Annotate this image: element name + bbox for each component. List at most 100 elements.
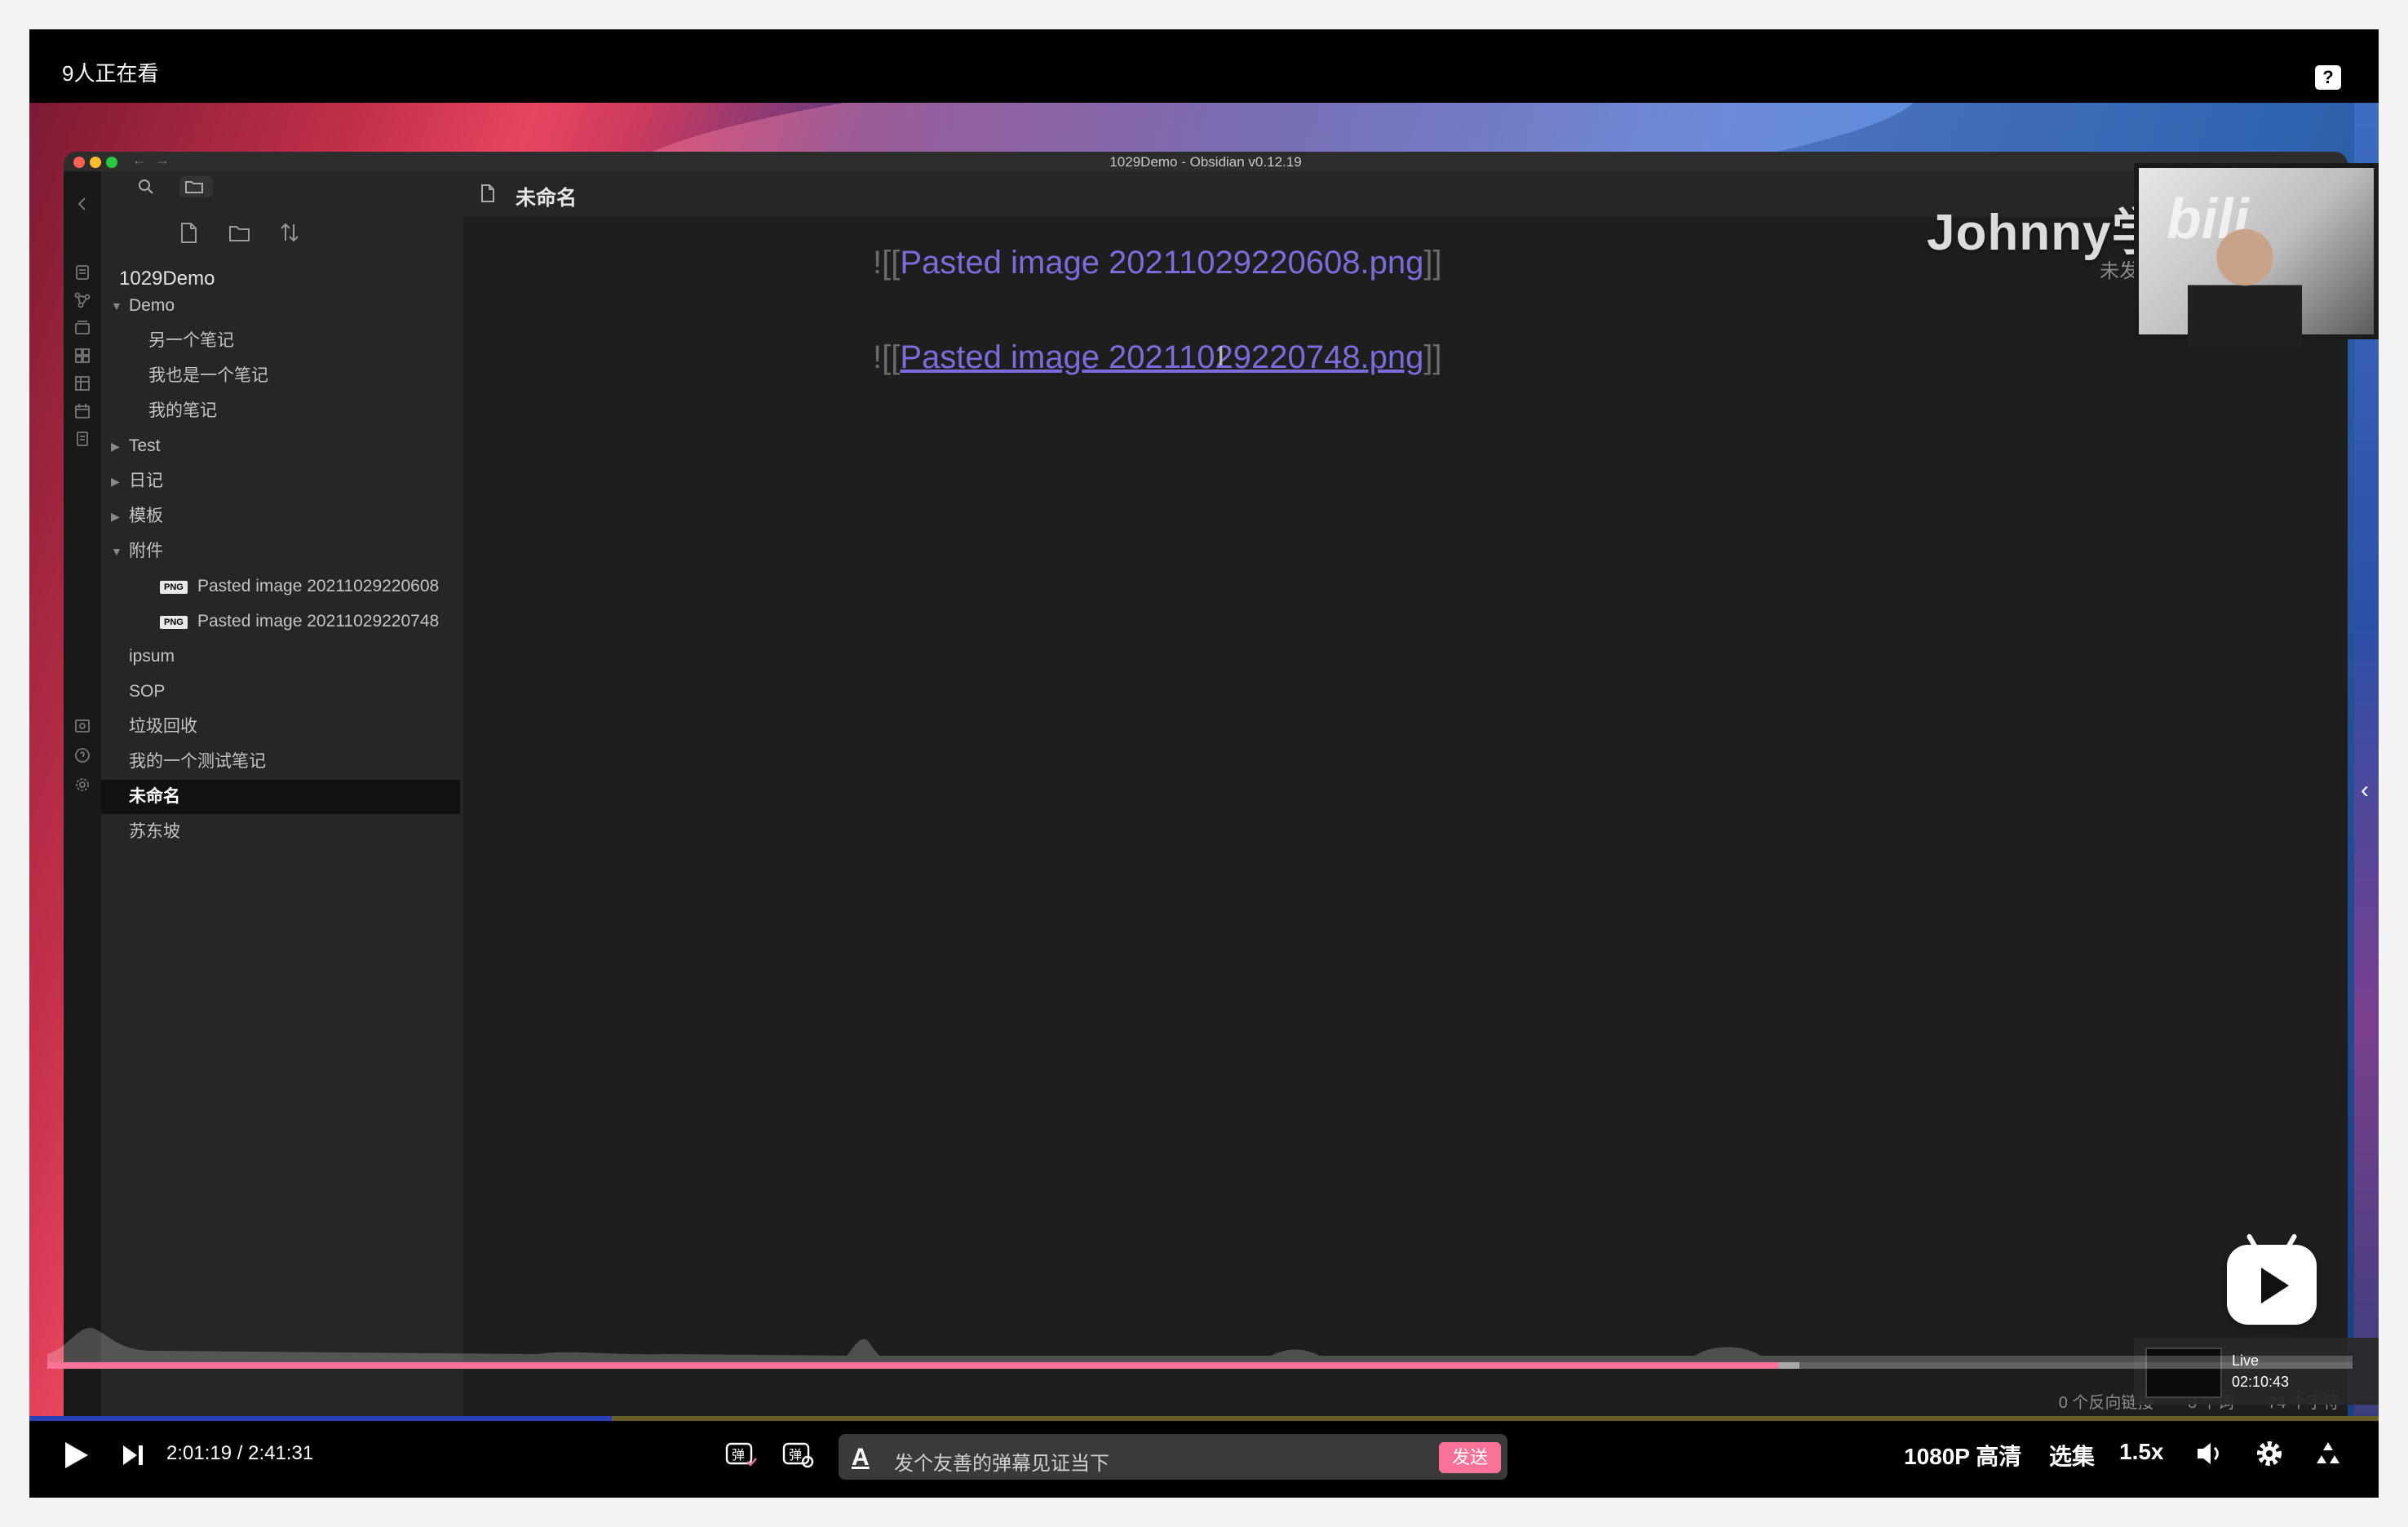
progress-track[interactable] [47,1362,2353,1369]
new-folder-icon[interactable] [227,220,251,245]
tree-note[interactable]: ipsum [101,640,460,674]
new-note-icon[interactable] [176,220,201,245]
next-icon[interactable] [121,1442,145,1468]
tree-folder-templates[interactable]: ▶ 模板 [101,499,460,533]
png-badge: PNG [160,581,188,594]
window-titlebar: ← → 1029Demo - Obsidian v0.12.19 [64,152,2348,171]
embed-line-2[interactable]: ![[Pasted image 20211029220748.png]] [873,339,1442,376]
danmaku-input[interactable]: A 发个友善的弹幕见证当下 发送 [839,1434,1507,1480]
webcam-overlay: bili [2134,163,2379,347]
obsidian-window: ← → 1029Demo - Obsidian v0.12.19 1029Dem… [64,152,2348,1416]
tree-label: 苏东坡 [129,822,180,841]
doc-icon [478,183,498,204]
tree-note[interactable]: 我也是一个笔记 [101,359,460,393]
kanban-icon[interactable] [73,374,92,393]
vault-name: 1029Demo [119,268,215,290]
send-danmaku-button[interactable]: 发送 [1439,1442,1501,1473]
help-icon[interactable]: ? [2315,65,2341,90]
caret-right-icon: ▶ [111,475,120,488]
caret-right-icon: ▶ [111,440,120,453]
play-icon[interactable] [62,1439,91,1472]
live-time: 02:10:43 [2232,1374,2290,1390]
graph-view-icon[interactable] [73,290,92,310]
episodes-button[interactable]: 选集 [2049,1439,2095,1472]
sort-icon[interactable] [277,220,302,245]
tree-note[interactable]: 我的一个测试笔记 [101,745,460,779]
explorer-toolbar [101,212,463,253]
tree-label: 我也是一个笔记 [148,366,268,385]
tree-folder-diary[interactable]: ▶ 日记 [101,464,460,498]
md-open-bracket: ![[ [873,245,901,281]
collapse-icon[interactable] [73,194,92,214]
embed-link[interactable]: Pasted image 20211029220748.png [900,339,1423,375]
calendar-icon[interactable] [73,401,92,421]
control-bar: 2:01:19 / 2:41:31 弹 弹 A 发个友善的弹幕见证当下 发送 1… [29,1416,2379,1498]
folder-icon[interactable] [179,176,213,197]
fullscreen-icon[interactable] [2312,1437,2344,1470]
tree-note[interactable]: 苏东坡 [101,815,460,849]
file-explorer: 1029Demo ▼ Demo 另一个笔记 我也是一个笔记 我的笔记 ▶ Test … [101,171,463,1416]
templates-icon[interactable] [73,429,92,449]
progress-played [47,1362,1779,1369]
search-icon[interactable] [135,176,157,197]
speed-selector[interactable]: 1.5x [2119,1439,2164,1465]
tree-folder-attachments[interactable]: ▼ 附件 [101,534,460,569]
chevron-left-icon[interactable]: ‹ [2361,777,2369,804]
control-top-line [29,1416,2379,1421]
tree-label: 模板 [129,507,163,525]
danmaku-toggle-icon[interactable]: 弹 [724,1439,757,1470]
tree-note[interactable]: 我的笔记 [101,394,460,428]
volume-icon[interactable] [2194,1439,2225,1468]
video-frame[interactable]: ‹ ← → 1029Demo - Obsidian v0.12.19 1029D… [29,103,2379,1416]
embed-line-1[interactable]: ![[Pasted image 20211029220608.png]] [873,245,1442,281]
tree-note-active[interactable]: 未命名 [101,780,460,814]
tree-label: 附件 [129,542,163,560]
md-close-bracket: ]] [1423,245,1442,281]
caret-down-icon: ▼ [111,545,122,558]
quality-selector[interactable]: 1080P 高清 [1904,1439,2021,1472]
help-circle-icon[interactable] [73,746,92,765]
vault-switch-icon[interactable] [73,716,92,736]
presenter-image [2188,209,2302,347]
tree-label: 我的笔记 [148,401,217,420]
open-note-icon[interactable] [73,263,92,282]
viewers-count: 9人正在看 [62,61,159,86]
tree-png-file[interactable]: PNG Pasted image 20211029220608 [101,569,460,604]
heat-waveform [47,1327,2353,1362]
time-display: 2:01:19 / 2:41:31 [166,1442,313,1465]
danmaku-settings-icon[interactable]: 弹 [781,1439,814,1470]
tree-folder-test[interactable]: ▶ Test [101,429,460,463]
tree-label: Pasted image 20211029220748 [197,612,440,631]
settings-gear-icon[interactable] [73,775,92,794]
tree-label: SOP [129,682,166,701]
note-title[interactable]: 未命名 [516,182,577,211]
current-time: 2:01:19 [166,1442,232,1464]
unsent-badge: 未发 [2100,260,2139,282]
tree-label: 未命名 [129,787,180,806]
plugins-icon[interactable] [73,346,92,365]
tree-folder-demo[interactable]: ▼ Demo [101,289,460,323]
slides-icon[interactable] [73,318,92,338]
player-topbar: 9人正在看 ? [29,29,2379,103]
tree-label: Pasted image 20211029220608 [197,577,440,595]
tree-note[interactable]: 垃圾回收 [101,710,460,744]
time-separator: / [237,1442,243,1464]
tree-label: Demo [129,296,175,315]
video-player[interactable]: 9人正在看 ? ‹ ← → 1029Demo - Obsidian v0.12.… [29,29,2379,1498]
settings-icon[interactable] [2253,1437,2286,1470]
tree-note[interactable]: SOP [101,675,460,709]
tree-png-file[interactable]: PNG Pasted image 20211029220748 [101,604,460,639]
svg-text:弹: 弹 [732,1447,745,1463]
tree-note[interactable]: 另一个笔记 [101,324,460,358]
embed-link[interactable]: Pasted image 20211029220608.png [900,245,1423,281]
png-badge: PNG [160,616,188,629]
tree-label: ipsum [129,647,175,666]
danmaku-style-icon[interactable]: A [852,1444,870,1472]
tree-label: 另一个笔记 [148,331,234,350]
tree-label: 垃圾回收 [129,717,197,736]
tree-label: 我的一个测试笔记 [129,752,266,771]
svg-text:弹: 弹 [789,1447,802,1463]
tree-label: 日记 [129,471,163,490]
text-cursor-icon: I [1217,341,1225,372]
editor-body[interactable]: ![[Pasted image 20211029220608.png]] ![[… [463,217,2348,1416]
